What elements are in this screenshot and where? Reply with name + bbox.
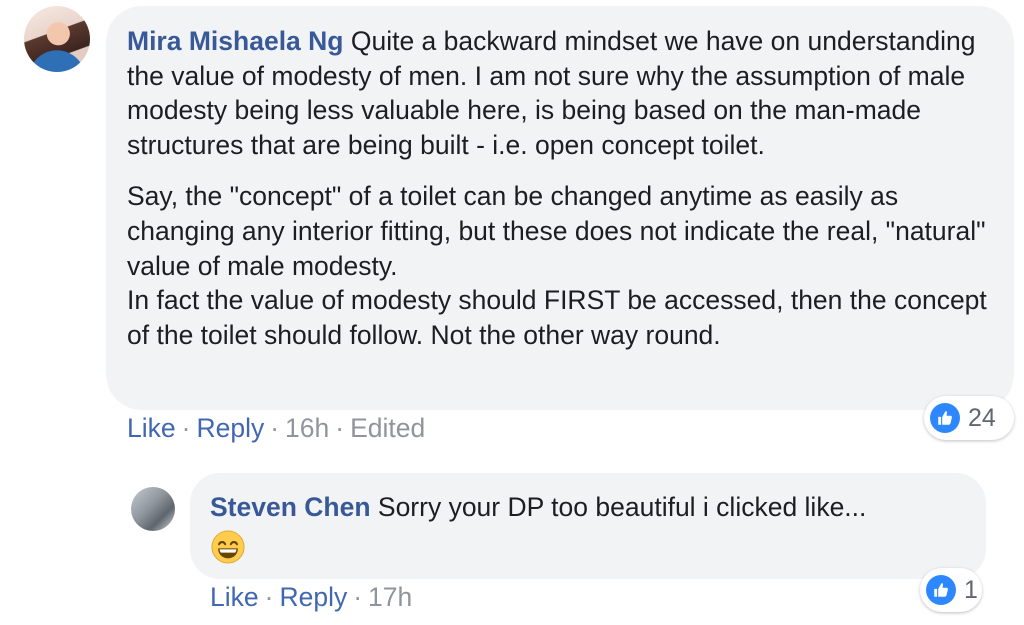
separator: ·	[181, 413, 191, 443]
grinning-emoji-icon	[211, 530, 245, 564]
reaction-summary[interactable]: 1	[920, 568, 982, 612]
like-link[interactable]: Like	[210, 582, 259, 612]
reply-text: Sorry your DP too beautiful i clicked li…	[377, 492, 867, 522]
reply-author-link[interactable]: Steven Chen	[210, 492, 371, 522]
reply-body: Steven Chen Sorry your DP too beautiful …	[210, 490, 980, 525]
separator: ·	[270, 413, 280, 443]
comment-actions: Like · Reply · 16h · Edited	[127, 413, 425, 444]
reply-bubble	[190, 473, 986, 579]
separator: ·	[353, 582, 363, 612]
separator: ·	[335, 413, 345, 443]
reaction-summary[interactable]: 24	[924, 396, 1014, 440]
comment-paragraph: Mira Mishaela Ng Quite a backward mindse…	[127, 24, 1007, 162]
reply-link[interactable]: Reply	[196, 413, 264, 443]
separator: ·	[264, 582, 274, 612]
comment-author-link[interactable]: Mira Mishaela Ng	[127, 26, 343, 56]
comment-body: Mira Mishaela Ng Quite a backward mindse…	[127, 24, 1007, 352]
comment-thread: Mira Mishaela Ng Quite a backward mindse…	[0, 0, 1024, 625]
reply-link[interactable]: Reply	[279, 582, 347, 612]
thumbs-up-icon	[926, 575, 956, 605]
timestamp-link[interactable]: 17h	[368, 582, 412, 612]
commenter-avatar[interactable]	[24, 6, 90, 72]
like-link[interactable]: Like	[127, 413, 176, 443]
replier-avatar[interactable]	[131, 487, 175, 531]
comment-paragraph: In fact the value of modesty should FIRS…	[127, 285, 987, 350]
reaction-count: 24	[968, 403, 996, 432]
edited-link[interactable]: Edited	[350, 413, 425, 443]
thumbs-up-icon	[930, 403, 960, 433]
reply-actions: Like · Reply · 17h	[210, 582, 412, 613]
timestamp-link[interactable]: 16h	[285, 413, 329, 443]
comment-paragraph: Say, the "concept" of a toilet can be ch…	[127, 181, 986, 281]
reaction-count: 1	[964, 575, 978, 604]
